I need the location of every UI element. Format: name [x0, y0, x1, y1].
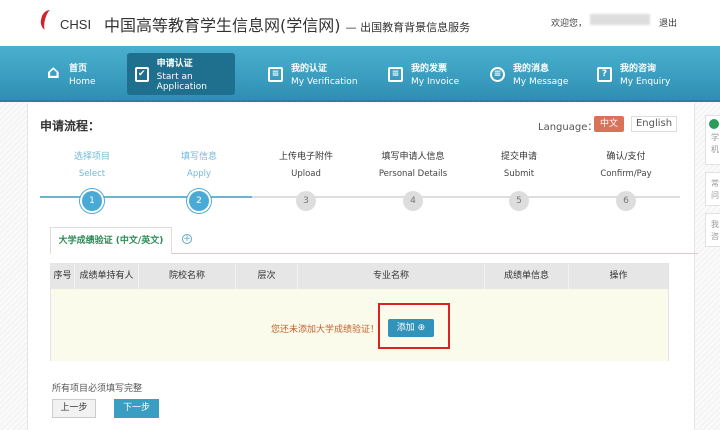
- nav-my-message[interactable]: ≡ 我的消息 My Message: [482, 53, 568, 95]
- enquiry-icon: ?: [597, 66, 612, 82]
- nav-label-zh: 我的咨询: [620, 64, 657, 74]
- step-label-en: Personal Details: [378, 169, 448, 179]
- header: CHSI 中国高等教育学生信息网(学信网) — 出国教育背景信息服务 欢迎您， …: [0, 0, 720, 46]
- home-icon: ⌂: [47, 61, 60, 83]
- next-step-button[interactable]: 下一步: [114, 399, 159, 418]
- flame-logo-icon: [38, 8, 58, 32]
- site-title-text: 中国高等教育学生信息网(学信网): [104, 16, 341, 35]
- nav-label-en: Start an Application: [156, 72, 207, 92]
- side-widget-2[interactable]: 常问: [705, 172, 720, 206]
- checkbox-icon: ✔: [135, 66, 149, 82]
- step-number: 5: [509, 191, 529, 211]
- step-label-en: Apply: [187, 169, 211, 179]
- nav-label-en: My Message: [513, 77, 569, 87]
- step-label-en: Submit: [503, 169, 535, 179]
- side-widget-3[interactable]: 我咨: [705, 213, 720, 247]
- message-icon: ≡: [490, 66, 505, 82]
- side-widget-1[interactable]: 学机: [705, 115, 720, 165]
- nav-label-en: Home: [69, 77, 96, 87]
- step-submit: 提交申请 Submit 5: [469, 149, 569, 211]
- step-number: 2: [189, 191, 209, 211]
- step-label-en: Upload: [291, 169, 321, 179]
- step-number: 1: [82, 191, 102, 211]
- chsi-logo[interactable]: CHSI: [38, 8, 91, 32]
- nav-label-zh: 我的发票: [411, 64, 448, 74]
- step-label-zh: 填写信息: [180, 152, 217, 162]
- side-text: 常: [711, 179, 719, 188]
- step-number: 4: [403, 191, 423, 211]
- app-icon: [709, 119, 719, 129]
- verification-icon: ≡: [268, 66, 283, 82]
- add-button[interactable]: 添加 ⊕: [388, 319, 434, 337]
- step-label-zh: 填写申请人信息: [381, 152, 445, 162]
- nav-label-zh: 首页: [69, 64, 88, 74]
- language-chinese-button[interactable]: 中文: [594, 116, 624, 132]
- site-subtitle: — 出国教育背景信息服务: [345, 21, 471, 34]
- empty-message: 您还未添加大学成绩验证！: [271, 325, 380, 335]
- transcript-table: 序号 成绩单持有人 院校名称 层次 专业名称 成绩单信息 操作 您还未添加大学成…: [50, 263, 669, 361]
- tab-transcript-verification[interactable]: 大学成绩验证 (中文/英文): [50, 227, 172, 254]
- nav-my-invoice[interactable]: ≡ 我的发票 My Invoice: [380, 53, 459, 95]
- add-tab-icon[interactable]: +: [182, 234, 192, 244]
- side-text: 我: [711, 220, 719, 229]
- required-note: 所有项目必须填写完整: [52, 384, 143, 394]
- step-personal-details: 填写申请人信息 Personal Details 4: [363, 149, 463, 211]
- nav-label-zh: 我的消息: [513, 64, 550, 74]
- column-header: 序号: [51, 264, 75, 289]
- step-number: 3: [296, 191, 316, 211]
- column-header: 专业名称: [298, 264, 485, 289]
- main-nav: ⌂ 首页 Home ✔ 申请认证 Start an Application ≡ 我的认证 M…: [0, 46, 720, 102]
- main-panel: 申请流程： Language： 中文 English 选择项目 Select 1 填…: [27, 103, 698, 430]
- table-header: 序号 成绩单持有人 院校名称 层次 专业名称 成绩单信息 操作: [51, 264, 668, 289]
- welcome-text: 欢迎您，: [551, 19, 588, 29]
- side-text: 咨: [711, 232, 719, 241]
- step-label-en: Select: [78, 169, 106, 179]
- nav-start-application[interactable]: ✔ 申请认证 Start an Application: [127, 53, 235, 95]
- nav-my-verification[interactable]: ≡ 我的认证 My Verification: [260, 53, 358, 95]
- nav-my-enquiry[interactable]: ? 我的咨询 My Enquiry: [589, 53, 670, 95]
- step-label-en: Confirm/Pay: [600, 169, 652, 179]
- column-header: 成绩单信息: [485, 264, 569, 289]
- side-text: 问: [711, 191, 719, 200]
- step-apply: 填写信息 Apply 2: [149, 149, 249, 211]
- step-upload: 上传电子附件 Upload 3: [256, 149, 356, 211]
- tab-divider: [172, 253, 698, 254]
- step-label-zh: 确认/支付: [606, 152, 646, 162]
- nav-label-zh: 申请认证: [156, 59, 193, 69]
- language-label: Language：: [538, 122, 598, 133]
- step-select: 选择项目 Select 1: [42, 149, 142, 211]
- nav-label-en: My Invoice: [411, 77, 460, 87]
- step-label-zh: 上传电子附件: [278, 152, 333, 162]
- column-header: 操作: [609, 271, 628, 281]
- logout-link[interactable]: 退出: [659, 16, 677, 29]
- flow-title: 申请流程：: [40, 119, 101, 133]
- language-english-button[interactable]: English: [631, 116, 677, 132]
- nav-label-en: My Enquiry: [620, 77, 671, 87]
- nav-label-en: My Verification: [291, 77, 358, 87]
- side-text: 机: [711, 145, 719, 154]
- step-label-zh: 提交申请: [500, 152, 537, 162]
- column-header: 院校名称: [139, 264, 236, 289]
- column-header: 层次: [236, 264, 298, 289]
- column-header: 成绩单持有人: [75, 264, 139, 289]
- nav-label-zh: 我的认证: [291, 64, 328, 74]
- step-confirm-pay: 确认/支付 Confirm/Pay 6: [576, 149, 676, 211]
- step-label-zh: 选择项目: [73, 152, 110, 162]
- invoice-icon: ≡: [388, 66, 403, 82]
- step-number: 6: [616, 191, 636, 211]
- username-blurred: [590, 14, 650, 25]
- table-body-empty: 您还未添加大学成绩验证！ 添加 ⊕: [51, 289, 668, 361]
- previous-step-button[interactable]: 上一步: [52, 399, 96, 418]
- side-text: 学: [711, 133, 719, 142]
- nav-home[interactable]: ⌂ 首页 Home: [38, 53, 96, 95]
- site-title: 中国高等教育学生信息网(学信网) — 出国教育背景信息服务: [104, 12, 470, 36]
